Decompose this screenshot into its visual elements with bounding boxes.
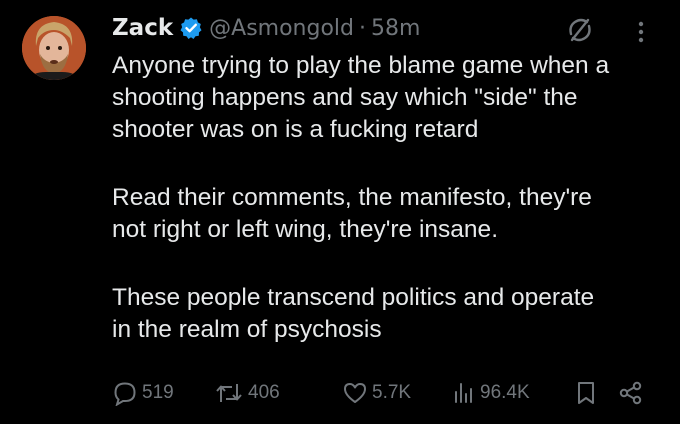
action-bar: 519 406 5.7K 96.4K [112, 378, 652, 408]
separator-dot: · [359, 15, 366, 41]
tweet-header: Zack @Asmongold · 58m [112, 10, 420, 46]
tweet-paragraph: Read their comments, the manifesto, they… [112, 182, 667, 246]
tweet-paragraph: Anyone trying to play the blame game whe… [112, 50, 667, 146]
repost-icon [216, 384, 242, 402]
share-button[interactable] [618, 378, 648, 408]
author-name[interactable]: Zack [112, 15, 173, 41]
like-count: 5.7K [372, 382, 412, 403]
view-count: 96.4K [480, 382, 530, 403]
bookmark-icon [578, 382, 594, 404]
reply-count: 519 [142, 382, 174, 403]
like-button[interactable]: 5.7K [342, 378, 411, 408]
post-time[interactable]: 58m [371, 16, 420, 41]
reply-button[interactable]: 519 [112, 378, 174, 408]
repost-count: 406 [248, 382, 280, 403]
share-icon [619, 381, 642, 405]
heart-icon [344, 383, 366, 403]
text-line: not right or left wing, they're insane. [112, 216, 498, 243]
more-icon[interactable] [634, 18, 648, 46]
text-line: shooting happens and say which "side" th… [112, 84, 578, 111]
text-line: Anyone trying to play the blame game whe… [112, 52, 610, 79]
grok-icon[interactable] [566, 16, 594, 44]
text-line: Read their comments, the manifesto, they… [112, 184, 592, 211]
views-button[interactable]: 96.4K [452, 378, 530, 408]
text-line: These people transcend politics and oper… [112, 284, 595, 311]
tweet-text: Anyone trying to play the blame game whe… [112, 50, 667, 382]
text-line: in the realm of psychosis [112, 316, 382, 343]
author-handle[interactable]: @Asmongold [209, 16, 354, 41]
reply-icon [114, 382, 136, 406]
bookmark-button[interactable] [574, 378, 602, 408]
verified-badge-icon [179, 16, 203, 40]
text-line: shooter was on is a fucking retard [112, 116, 479, 143]
views-icon [455, 383, 472, 403]
tweet[interactable]: Zack @Asmongold · 58m Anyone trying to p… [0, 0, 680, 424]
avatar[interactable] [22, 16, 86, 80]
tweet-paragraph: These people transcend politics and oper… [112, 282, 667, 346]
repost-button[interactable]: 406 [214, 378, 280, 408]
